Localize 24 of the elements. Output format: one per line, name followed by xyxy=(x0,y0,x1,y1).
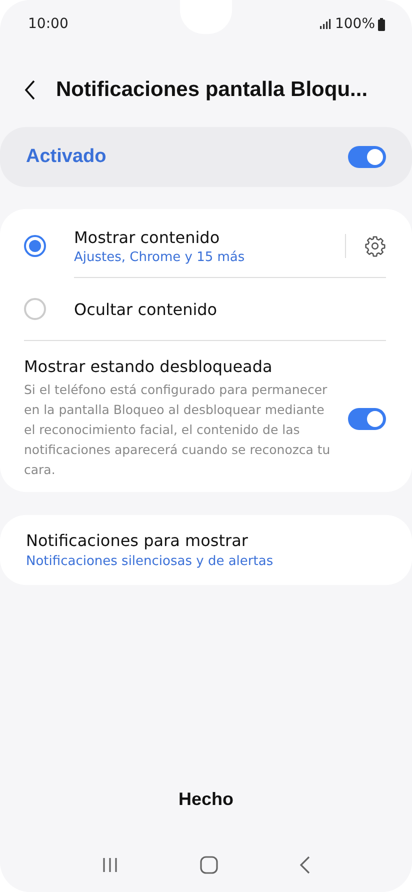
setting-label: Notificaciones para mostrar xyxy=(26,531,249,550)
battery-level: 100% xyxy=(334,16,375,32)
page-title: Notificaciones pantalla Bloqu... xyxy=(56,78,368,102)
master-label: Activado xyxy=(26,146,106,168)
option-label: Ocultar contenido xyxy=(74,300,218,318)
setting-value: Notificaciones silenciosas y de alertas xyxy=(26,554,274,569)
home-icon[interactable] xyxy=(200,856,218,874)
option-label: Mostrar contenido xyxy=(74,228,221,246)
settings-icon[interactable] xyxy=(364,235,386,257)
radio-button[interactable] xyxy=(24,298,46,320)
status-time: 10:00 xyxy=(28,16,68,32)
radio-button[interactable] xyxy=(24,235,46,257)
notifications-setting-card[interactable]: Notificaciones para mostrar Notificaciones silenciosas y de alertas xyxy=(0,515,412,585)
back-icon[interactable] xyxy=(24,80,36,100)
battery-icon xyxy=(378,18,385,30)
master-switch-card[interactable]: Activado xyxy=(0,127,412,187)
done-button[interactable]: Hecho xyxy=(166,785,246,814)
setting-description: Si el teléfono está configurado para permanecer en la pantalla Bloqueo al desbloquear mediante el reconocimiento facial, el contenido de las notificaciones aparecerá cuando se reconozca tu cara. xyxy=(24,381,332,479)
option-sublabel: Ajustes, Chrome y 15 más xyxy=(74,250,246,264)
signal-icon xyxy=(320,19,332,29)
setting-label: Mostrar estando desbloqueada xyxy=(24,357,274,376)
toggle-switch[interactable] xyxy=(348,146,386,168)
toggle-switch[interactable] xyxy=(348,408,386,430)
recent-apps-icon[interactable] xyxy=(100,856,119,874)
